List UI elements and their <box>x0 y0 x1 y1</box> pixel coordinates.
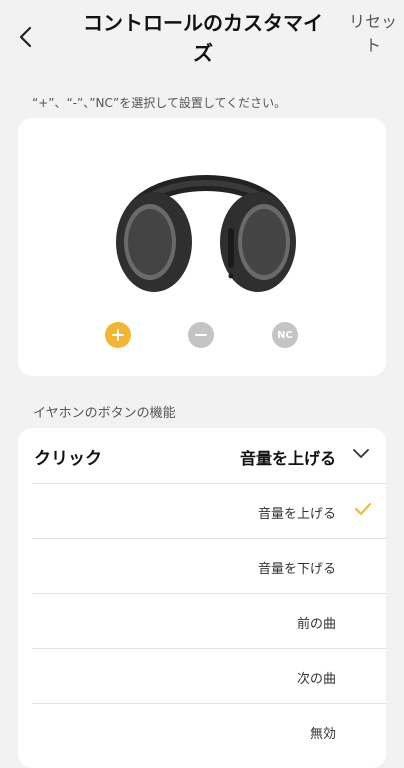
page-title: コントロールのカスタマイズ <box>83 11 323 65</box>
nc-label: NC <box>277 329 293 341</box>
headphones-image <box>116 175 296 292</box>
back-button[interactable] <box>10 20 40 54</box>
option-item[interactable]: 音量を上げる <box>32 483 386 539</box>
option-item[interactable]: 音量を下げる <box>32 538 386 594</box>
chevron-down-icon <box>353 449 369 458</box>
option-label: 前の曲 <box>296 617 336 632</box>
option-item[interactable]: 無効 <box>32 703 386 759</box>
headphone-card: NC <box>18 118 386 376</box>
section-label: イヤホンのボタンの機能 <box>33 406 176 421</box>
header: コントロールのカスタマイズ リセット <box>0 0 404 80</box>
function-card: クリック 音量を上げる 音量を上げる 音量を下げる 前の曲 次の曲 無効 <box>18 428 386 768</box>
option-label: 次の曲 <box>296 672 336 687</box>
plus-control-button[interactable] <box>105 322 131 348</box>
minus-control-button[interactable] <box>188 322 214 348</box>
reset-button[interactable]: リセット <box>348 10 398 58</box>
option-item[interactable]: 前の曲 <box>32 593 386 649</box>
selector-label: クリック <box>34 449 102 469</box>
option-label: 無効 <box>309 727 336 742</box>
option-item[interactable]: 次の曲 <box>32 648 386 704</box>
chevron-left-icon <box>19 26 32 48</box>
nc-control-button[interactable]: NC <box>272 322 298 348</box>
option-label: 音量を上げる <box>257 507 336 522</box>
checkmark-icon <box>355 503 371 515</box>
plus-icon <box>112 329 124 341</box>
instruction-text: “+”、“-”、”NC”を選択して設置してください。 <box>32 96 287 110</box>
minus-icon <box>195 334 207 336</box>
selector-value: 音量を上げる <box>239 449 336 468</box>
option-label: 音量を下げる <box>257 562 336 577</box>
function-selector[interactable]: クリック 音量を上げる <box>18 428 386 483</box>
